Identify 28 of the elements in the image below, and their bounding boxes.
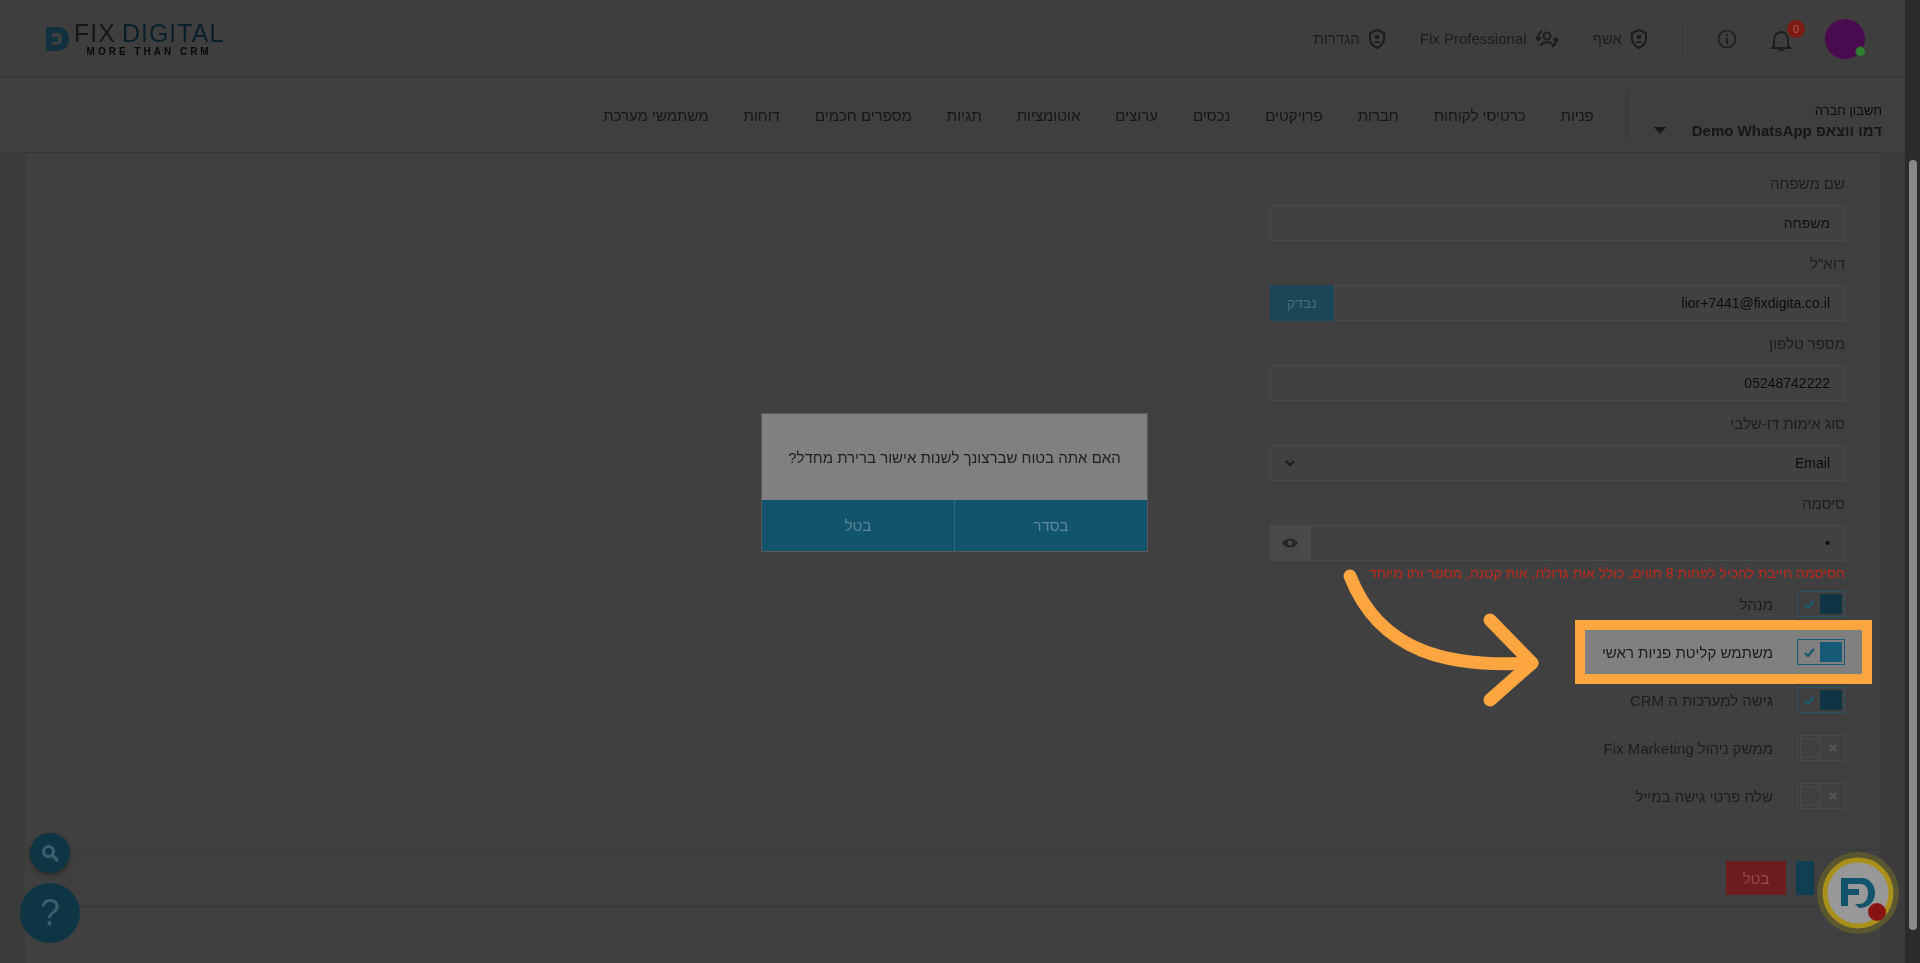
info-icon[interactable]	[1717, 28, 1737, 49]
dialog-message: האם אתה בטוח שברצונך לשנות אישור ברירת מחדל?	[787, 447, 1122, 468]
toggle-switch[interactable]	[1797, 687, 1845, 713]
dialog-button[interactable]: בסדר	[955, 500, 1147, 551]
chat-logo-icon	[1821, 856, 1895, 930]
caret-icon[interactable]	[1653, 127, 1666, 135]
dialog-button[interactable]: בטל	[762, 500, 955, 551]
shield-person-icon	[1630, 28, 1648, 49]
avatar[interactable]	[1825, 18, 1865, 59]
toggle-switch[interactable]	[1797, 639, 1845, 665]
bell-icon[interactable]	[1771, 29, 1791, 52]
toggle-label: משתמש קליטת פניות ראשי	[1601, 643, 1773, 661]
password-field[interactable]: •	[1310, 525, 1845, 561]
shield-person-icon	[1367, 28, 1386, 49]
logo-icon	[44, 24, 70, 53]
eye-icon	[1282, 538, 1298, 548]
user-cycle-icon	[1534, 27, 1559, 50]
eye-toggle[interactable]	[1270, 525, 1310, 561]
search-icon	[41, 844, 59, 862]
toggle-switch[interactable]	[1797, 591, 1845, 617]
chevron-down-icon	[1285, 459, 1295, 467]
scrollbar-thumb[interactable]	[1909, 160, 1917, 930]
save-button[interactable]	[1796, 861, 1814, 895]
check-icon	[1803, 647, 1815, 657]
check-icon	[1803, 695, 1815, 705]
password-hint: הסיסמה חייבת להכיל לפחות 8 תווים, כולל אות גדולה, אות קטנה, מספר ותו מיוחד	[1367, 565, 1845, 581]
check-icon	[1803, 599, 1815, 609]
online-dot	[1855, 45, 1866, 57]
